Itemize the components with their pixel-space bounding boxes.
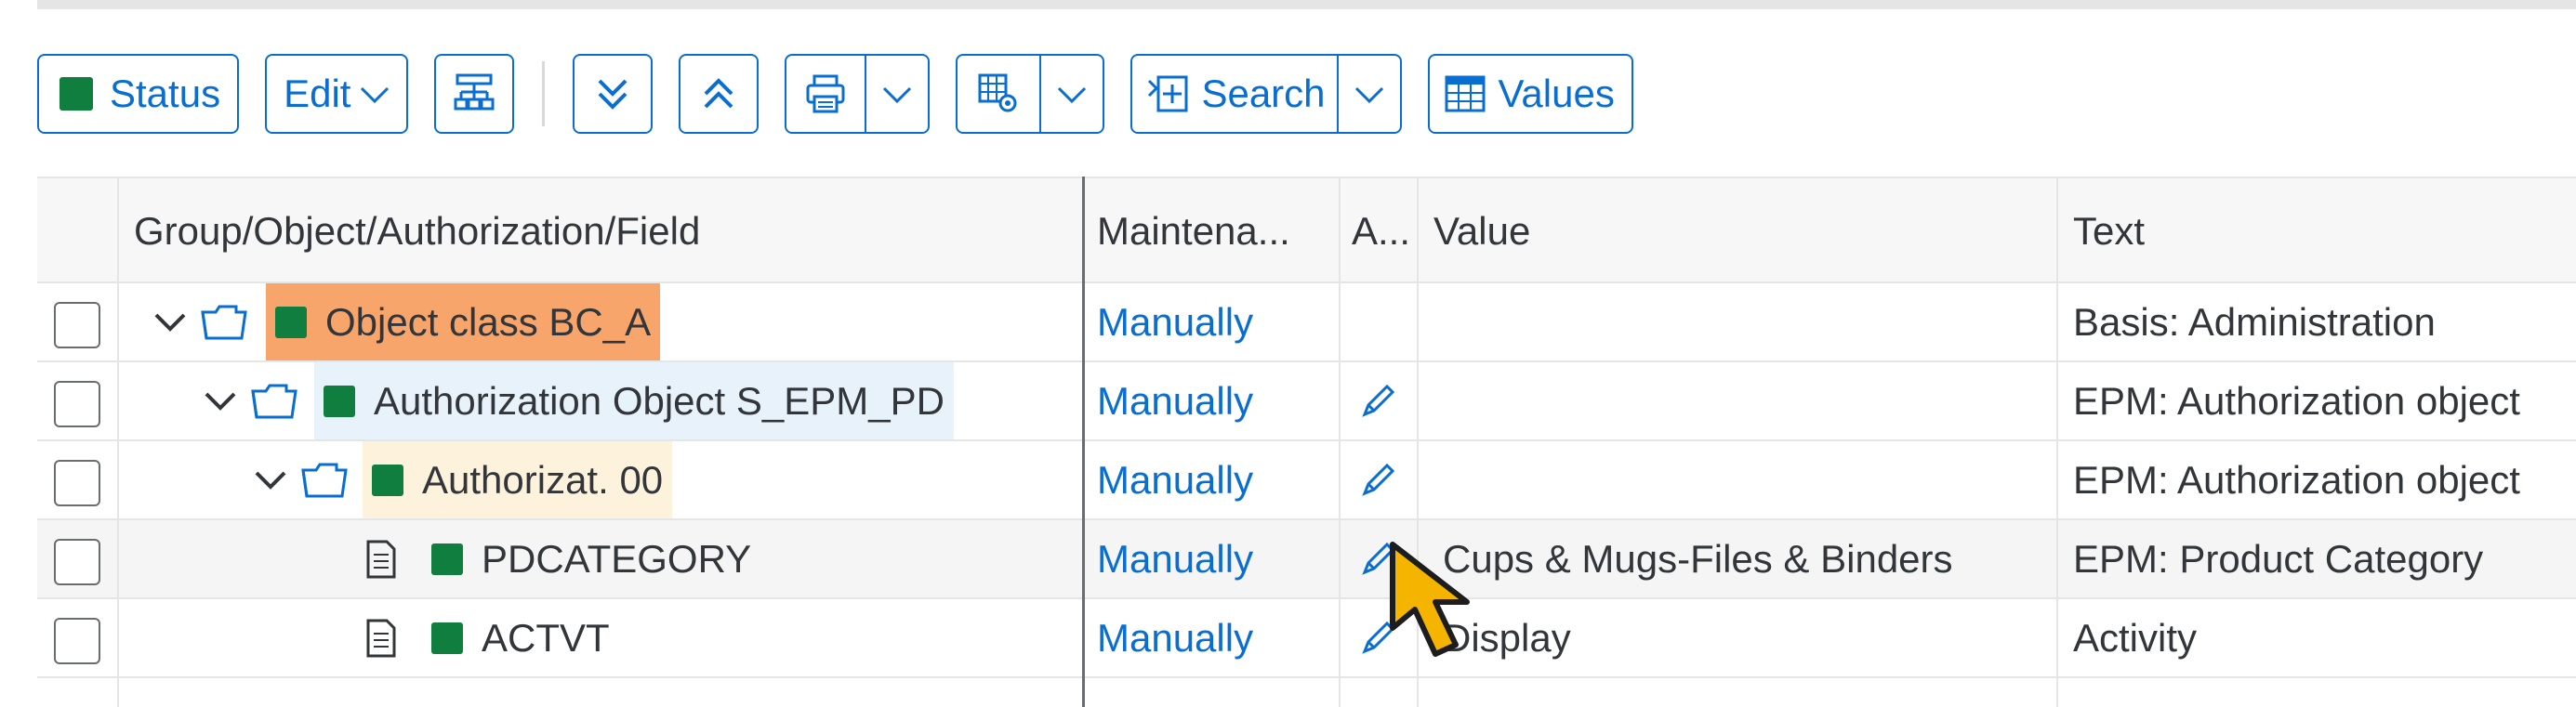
text-cell: EPM: Authorization object xyxy=(2073,457,2520,502)
maintenance-link[interactable]: Manually xyxy=(1097,441,1253,518)
folder-icon xyxy=(301,463,348,497)
table-row[interactable]: Object class BC_A Manually Basis: Admini… xyxy=(37,283,2576,362)
status-green-icon xyxy=(372,464,403,496)
row-checkbox[interactable] xyxy=(54,539,100,585)
edit-button-label: Edit xyxy=(284,72,351,115)
status-green-icon xyxy=(431,622,463,654)
print-button[interactable] xyxy=(785,54,931,134)
node-label: PDCATEGORY xyxy=(482,536,752,581)
print-dropdown-part[interactable] xyxy=(866,56,928,132)
row-checkbox[interactable] xyxy=(54,381,100,427)
folder-icon xyxy=(201,305,247,339)
status-green-icon xyxy=(431,543,463,575)
settings-icon xyxy=(978,73,1017,112)
status-green-icon xyxy=(324,385,355,417)
search-main-part[interactable]: Search xyxy=(1132,56,1339,132)
maintenance-link[interactable]: Manually xyxy=(1097,599,1253,676)
table-header: Group/Object/Authorization/Field Mainten… xyxy=(37,177,2576,283)
chevron-down-icon[interactable] xyxy=(251,466,290,494)
status-indicator-icon xyxy=(59,77,93,111)
column-header-text[interactable]: Text xyxy=(2073,178,2145,283)
chevron-down-icon[interactable] xyxy=(151,308,190,336)
node-label: Object class BC_A xyxy=(325,299,652,344)
toolbar-separator xyxy=(542,61,546,126)
pencil-icon[interactable] xyxy=(1355,377,1402,424)
node-label: Authorization Object S_EPM_PD xyxy=(374,378,945,423)
folder-icon xyxy=(251,384,297,418)
edit-menu-button[interactable]: Edit xyxy=(265,54,409,134)
values-table-icon xyxy=(1445,75,1486,112)
node-label: Authorizat. 00 xyxy=(422,457,664,502)
value-cell[interactable]: Cups & Mugs-Files & Binders xyxy=(1443,520,1953,597)
authorization-tree-table: Group/Object/Authorization/Field Mainten… xyxy=(37,177,2576,707)
tree-node: Authorization Object S_EPM_PD xyxy=(201,362,954,439)
toolbar: Status Edit Search Values xyxy=(37,52,1659,136)
column-header-name[interactable]: Group/Object/Authorization/Field xyxy=(134,178,700,283)
search-button-label: Search xyxy=(1201,72,1326,115)
expand-all-icon xyxy=(705,78,733,109)
status-button[interactable]: Status xyxy=(37,54,240,134)
node-label-highlight: Authorizat. 00 xyxy=(363,441,673,518)
print-icon xyxy=(806,74,845,113)
node-label-highlight: Authorization Object S_EPM_PD xyxy=(314,362,954,439)
tree-node: ACTVT xyxy=(363,599,610,676)
text-cell: Basis: Administration xyxy=(2073,299,2436,344)
tree-node: Authorizat. 00 xyxy=(251,441,673,518)
search-button[interactable]: Search xyxy=(1130,54,1402,134)
node-label-highlight: Object class BC_A xyxy=(266,283,661,360)
settings-main-part[interactable] xyxy=(958,56,1042,132)
text-cell: Activity xyxy=(2073,615,2198,660)
column-divider xyxy=(1339,177,1341,707)
row-checkbox[interactable] xyxy=(54,618,100,664)
text-cell: EPM: Authorization object xyxy=(2073,378,2520,423)
maintenance-link[interactable]: Manually xyxy=(1097,520,1253,597)
top-divider-strip xyxy=(37,0,2576,9)
collapse-all-button[interactable] xyxy=(679,54,760,134)
chevron-down-icon xyxy=(1058,86,1087,104)
table-row[interactable]: Authorizat. 00 Manually EPM: Authorizati… xyxy=(37,441,2576,520)
mouse-cursor-icon xyxy=(1390,542,1470,657)
table-row[interactable]: Authorization Object S_EPM_PD Manually E… xyxy=(37,362,2576,441)
maintenance-link[interactable]: Manually xyxy=(1097,283,1253,360)
column-header-a[interactable]: A... xyxy=(1352,178,1410,283)
chevron-down-icon xyxy=(883,86,912,104)
settings-button[interactable] xyxy=(956,54,1105,134)
text-cell: EPM: Product Category xyxy=(2073,536,2484,581)
search-dropdown-part[interactable] xyxy=(1339,56,1400,132)
column-header-value[interactable]: Value xyxy=(1433,178,1530,283)
print-main-part[interactable] xyxy=(786,56,867,132)
settings-dropdown-part[interactable] xyxy=(1041,56,1103,132)
document-icon xyxy=(366,540,396,578)
values-button-label: Values xyxy=(1498,72,1615,115)
frozen-column-divider xyxy=(1082,177,1085,707)
search-icon xyxy=(1148,75,1188,112)
values-button[interactable]: Values xyxy=(1427,54,1633,134)
column-divider xyxy=(2056,177,2058,707)
row-checkbox[interactable] xyxy=(54,302,100,348)
tree-node: Object class BC_A xyxy=(151,283,661,360)
column-header-maintenance[interactable]: Maintena... xyxy=(1097,178,1290,283)
node-label: ACTVT xyxy=(482,615,610,660)
row-checkbox[interactable] xyxy=(54,460,100,506)
collapse-all-icon xyxy=(599,79,627,110)
maintenance-link[interactable]: Manually xyxy=(1097,362,1253,439)
chevron-down-icon[interactable] xyxy=(201,387,240,415)
chevron-down-icon xyxy=(1354,86,1383,104)
status-button-label: Status xyxy=(110,72,221,115)
table-row[interactable]: PDCATEGORY Manually Cups & Mugs-Files & … xyxy=(37,520,2576,599)
hierarchy-button[interactable] xyxy=(434,54,515,134)
document-icon xyxy=(366,619,396,657)
expand-all-button[interactable] xyxy=(573,54,654,134)
pencil-icon[interactable] xyxy=(1355,456,1402,503)
hierarchy-icon xyxy=(454,73,495,111)
status-green-icon xyxy=(275,306,307,338)
table-row[interactable]: ACTVT Manually Display Activity xyxy=(37,599,2576,678)
chevron-down-icon xyxy=(361,86,390,104)
column-divider xyxy=(117,177,119,707)
tree-node: PDCATEGORY xyxy=(363,520,751,597)
